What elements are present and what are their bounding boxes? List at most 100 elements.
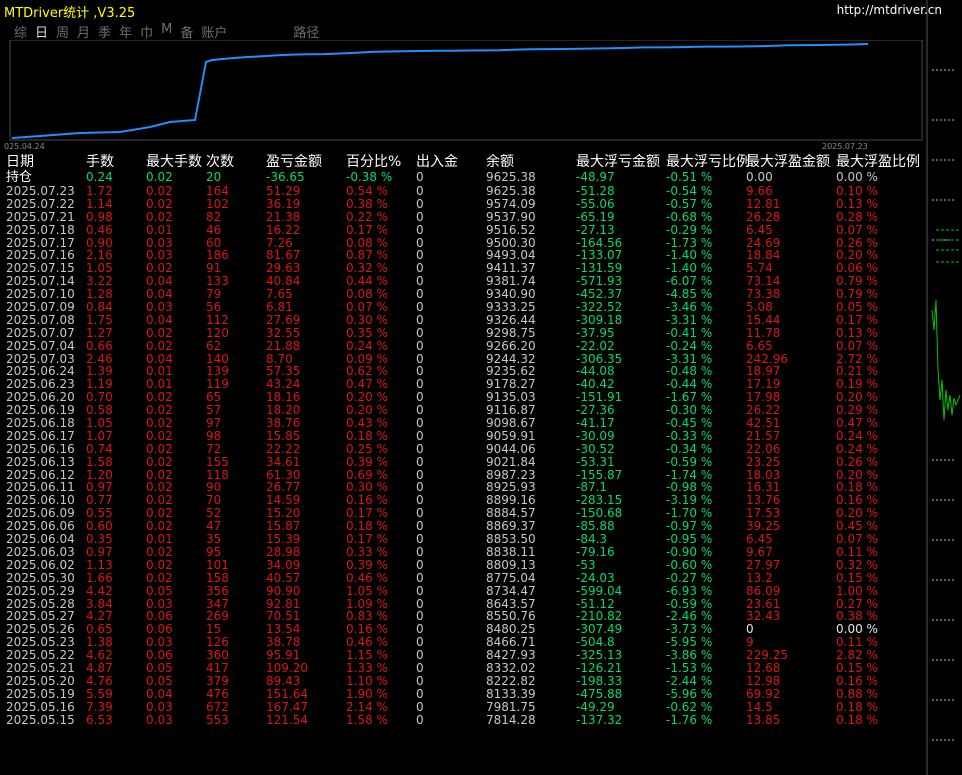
table-row: 2025.05.28 3.84 0.03 347 92.81 1.09 % 0 8643.57…	[0, 597, 930, 611]
cell-io: 0	[416, 712, 424, 727]
cell-lots: 6.53	[86, 712, 113, 727]
balance-chart-svg	[9, 40, 923, 141]
cell-pct: 0.22 %	[346, 209, 388, 224]
cell-balance: 8133.39	[486, 686, 536, 701]
tab-2[interactable]: 周	[56, 22, 69, 41]
cell-io: 0	[416, 441, 424, 456]
cell-io: 0	[416, 686, 424, 701]
tab-10[interactable]: 路径	[293, 22, 319, 41]
col-max-float-profit-pct[interactable]: 最大浮盈比例	[836, 154, 920, 171]
cell-pct: 1.90 %	[346, 686, 388, 701]
cell-lots: 5.59	[86, 686, 113, 701]
cell-balance: 9044.06	[486, 441, 536, 456]
stats-table: 日期 手数 最大手数 次数 盈亏金额 百分比% 出入金 余额 最大浮亏金额 最大…	[0, 154, 930, 726]
cell-date: 2025.05.20	[6, 673, 75, 688]
cell-count: 155	[206, 454, 229, 469]
cell-lots: 1.13	[86, 557, 113, 572]
strip-ticks	[932, 69, 956, 741]
cell-max-float-profit-pct: 0.07 %	[836, 338, 878, 353]
tab-8[interactable]: 备	[180, 22, 193, 41]
col-count[interactable]: 次数	[206, 154, 234, 171]
col-lots[interactable]: 手数	[86, 154, 114, 171]
cell-date: 2025.05.19	[6, 686, 75, 701]
cell-max-float-profit: 21.57	[746, 428, 781, 443]
cell-io: 0	[416, 454, 424, 469]
cell-count: 98	[206, 428, 222, 443]
col-max-float-profit[interactable]: 最大浮盈金额	[746, 154, 830, 171]
cell-lots: 0.46	[86, 222, 113, 237]
cell-count: 72	[206, 441, 222, 456]
cell-max-lots: 0.02	[146, 544, 173, 559]
cell-count: 102	[206, 196, 229, 211]
table-row: 2025.05.15 6.53 0.03 553 121.54 1.58 % 0 7814.2…	[0, 712, 930, 727]
cell-max-float-loss: -198.33	[576, 673, 623, 688]
tab-0[interactable]: 综	[14, 22, 27, 41]
cell-max-lots: 0.03	[146, 712, 173, 727]
cell-max-float-profit-pct: 0.17 %	[836, 312, 878, 327]
table-row: 2025.05.16 7.39 0.03 672 167.47 2.14 % 0 7981.7…	[0, 699, 930, 714]
table-row: 2025.07.14 3.22 0.04 133 40.84 0.44 % 0 9381.74…	[0, 275, 930, 288]
cell-max-float-profit-pct: 0.15 %	[836, 570, 878, 585]
cell-io: 0	[416, 428, 424, 443]
cell-io: 0	[416, 338, 424, 353]
table-row: 2025.05.29 4.42 0.05 356 90.90 1.05 % 0 8734.47…	[0, 583, 930, 598]
tab-1[interactable]: 日	[35, 22, 48, 41]
tab-6[interactable]: 巾	[140, 22, 153, 41]
cell-date: 2025.06.03	[6, 544, 75, 559]
table-row: 2025.06.09 0.55 0.02 52 15.20 0.17 % 0 8884.57-…	[0, 507, 930, 520]
tab-3[interactable]: 月	[77, 22, 90, 41]
cell-pnl: 36.19	[266, 196, 301, 211]
cell-pct: 0.39 %	[346, 454, 388, 469]
cell-max-float-profit: 12.98	[746, 673, 781, 688]
cell-count: 120	[206, 325, 229, 340]
cell-date: 2025.06.16	[6, 441, 75, 456]
col-max-float-loss-pct[interactable]: 最大浮亏比例	[666, 154, 750, 171]
table-header: 日期 手数 最大手数 次数 盈亏金额 百分比% 出入金 余额 最大浮亏金额 最大…	[0, 154, 930, 171]
cell-max-float-loss-pct: -0.60 %	[666, 557, 713, 572]
table-row: 2025.07.08 1.75 0.04 112 27.69 0.30 % 0 9326.44…	[0, 312, 930, 327]
cell-max-float-loss-pct: -0.68 %	[666, 209, 713, 224]
col-pnl[interactable]: 盈亏金额	[266, 154, 322, 171]
balance-series-line	[11, 43, 869, 139]
cell-date: 2025.05.29	[6, 583, 75, 598]
cell-max-float-profit-pct: 0.18 %	[836, 699, 878, 714]
cell-io: 0	[416, 325, 424, 340]
col-pct[interactable]: 百分比%	[346, 154, 401, 171]
table-row: 2025.07.03 2.46 0.04 140 8.70 0.09 % 0 9244.32-…	[0, 352, 930, 366]
cell-pct: 0.33 %	[346, 544, 388, 559]
cell-max-lots: 0.04	[146, 312, 173, 327]
table-row: 2025.06.02 1.13 0.02 101 34.09 0.39 % 0 8809.13…	[0, 557, 930, 572]
col-io[interactable]: 出入金	[416, 154, 458, 171]
tab-7[interactable]: M	[161, 22, 172, 40]
cell-max-float-loss: -37.95	[576, 325, 615, 340]
cell-max-lots: 0.02	[146, 570, 173, 585]
cell-max-float-loss: -53	[576, 557, 596, 572]
cell-lots: 1.66	[86, 570, 113, 585]
table-row: 2025.05.26 0.65 0.06 15 13.54 0.16 % 0 8480.25-…	[0, 623, 930, 636]
tab-4[interactable]: 季	[98, 22, 111, 41]
cell-max-float-loss: -53.31	[576, 454, 615, 469]
col-max-lots[interactable]: 最大手数	[146, 154, 202, 171]
cell-count: 112	[206, 312, 229, 327]
cell-max-lots: 0.02	[146, 454, 173, 469]
col-max-float-loss[interactable]: 最大浮亏金额	[576, 154, 660, 171]
cell-lots: 0.97	[86, 544, 113, 559]
cell-pct: 1.10 %	[346, 673, 388, 688]
cell-max-float-loss-pct: -1.53 %	[666, 660, 713, 675]
col-balance[interactable]: 余额	[486, 154, 514, 171]
cell-max-float-loss-pct: -0.57 %	[666, 196, 713, 211]
cell-date: 2025.07.07	[6, 325, 75, 340]
tab-5[interactable]: 年	[119, 22, 132, 41]
strip-green-bars	[931, 229, 961, 421]
cell-max-float-loss-pct: -0.33 %	[666, 428, 713, 443]
tab-9[interactable]: 账户	[201, 22, 227, 41]
cell-max-float-loss-pct: -0.90 %	[666, 544, 713, 559]
table-row: 2025.06.12 1.20 0.02 118 61.30 0.69 % 0 8987.23…	[0, 468, 930, 482]
cell-io: 0	[416, 660, 424, 675]
cell-max-float-profit: 27.97	[746, 557, 781, 572]
table-row: 2025.06.10 0.77 0.02 70 14.59 0.16 % 0 8899.16-…	[0, 494, 930, 507]
cell-pct: 0.17 %	[346, 222, 388, 237]
cell-date: 2025.07.04	[6, 338, 75, 353]
cell-max-float-profit-pct: 0.28 %	[836, 209, 878, 224]
col-date[interactable]: 日期	[6, 154, 34, 171]
